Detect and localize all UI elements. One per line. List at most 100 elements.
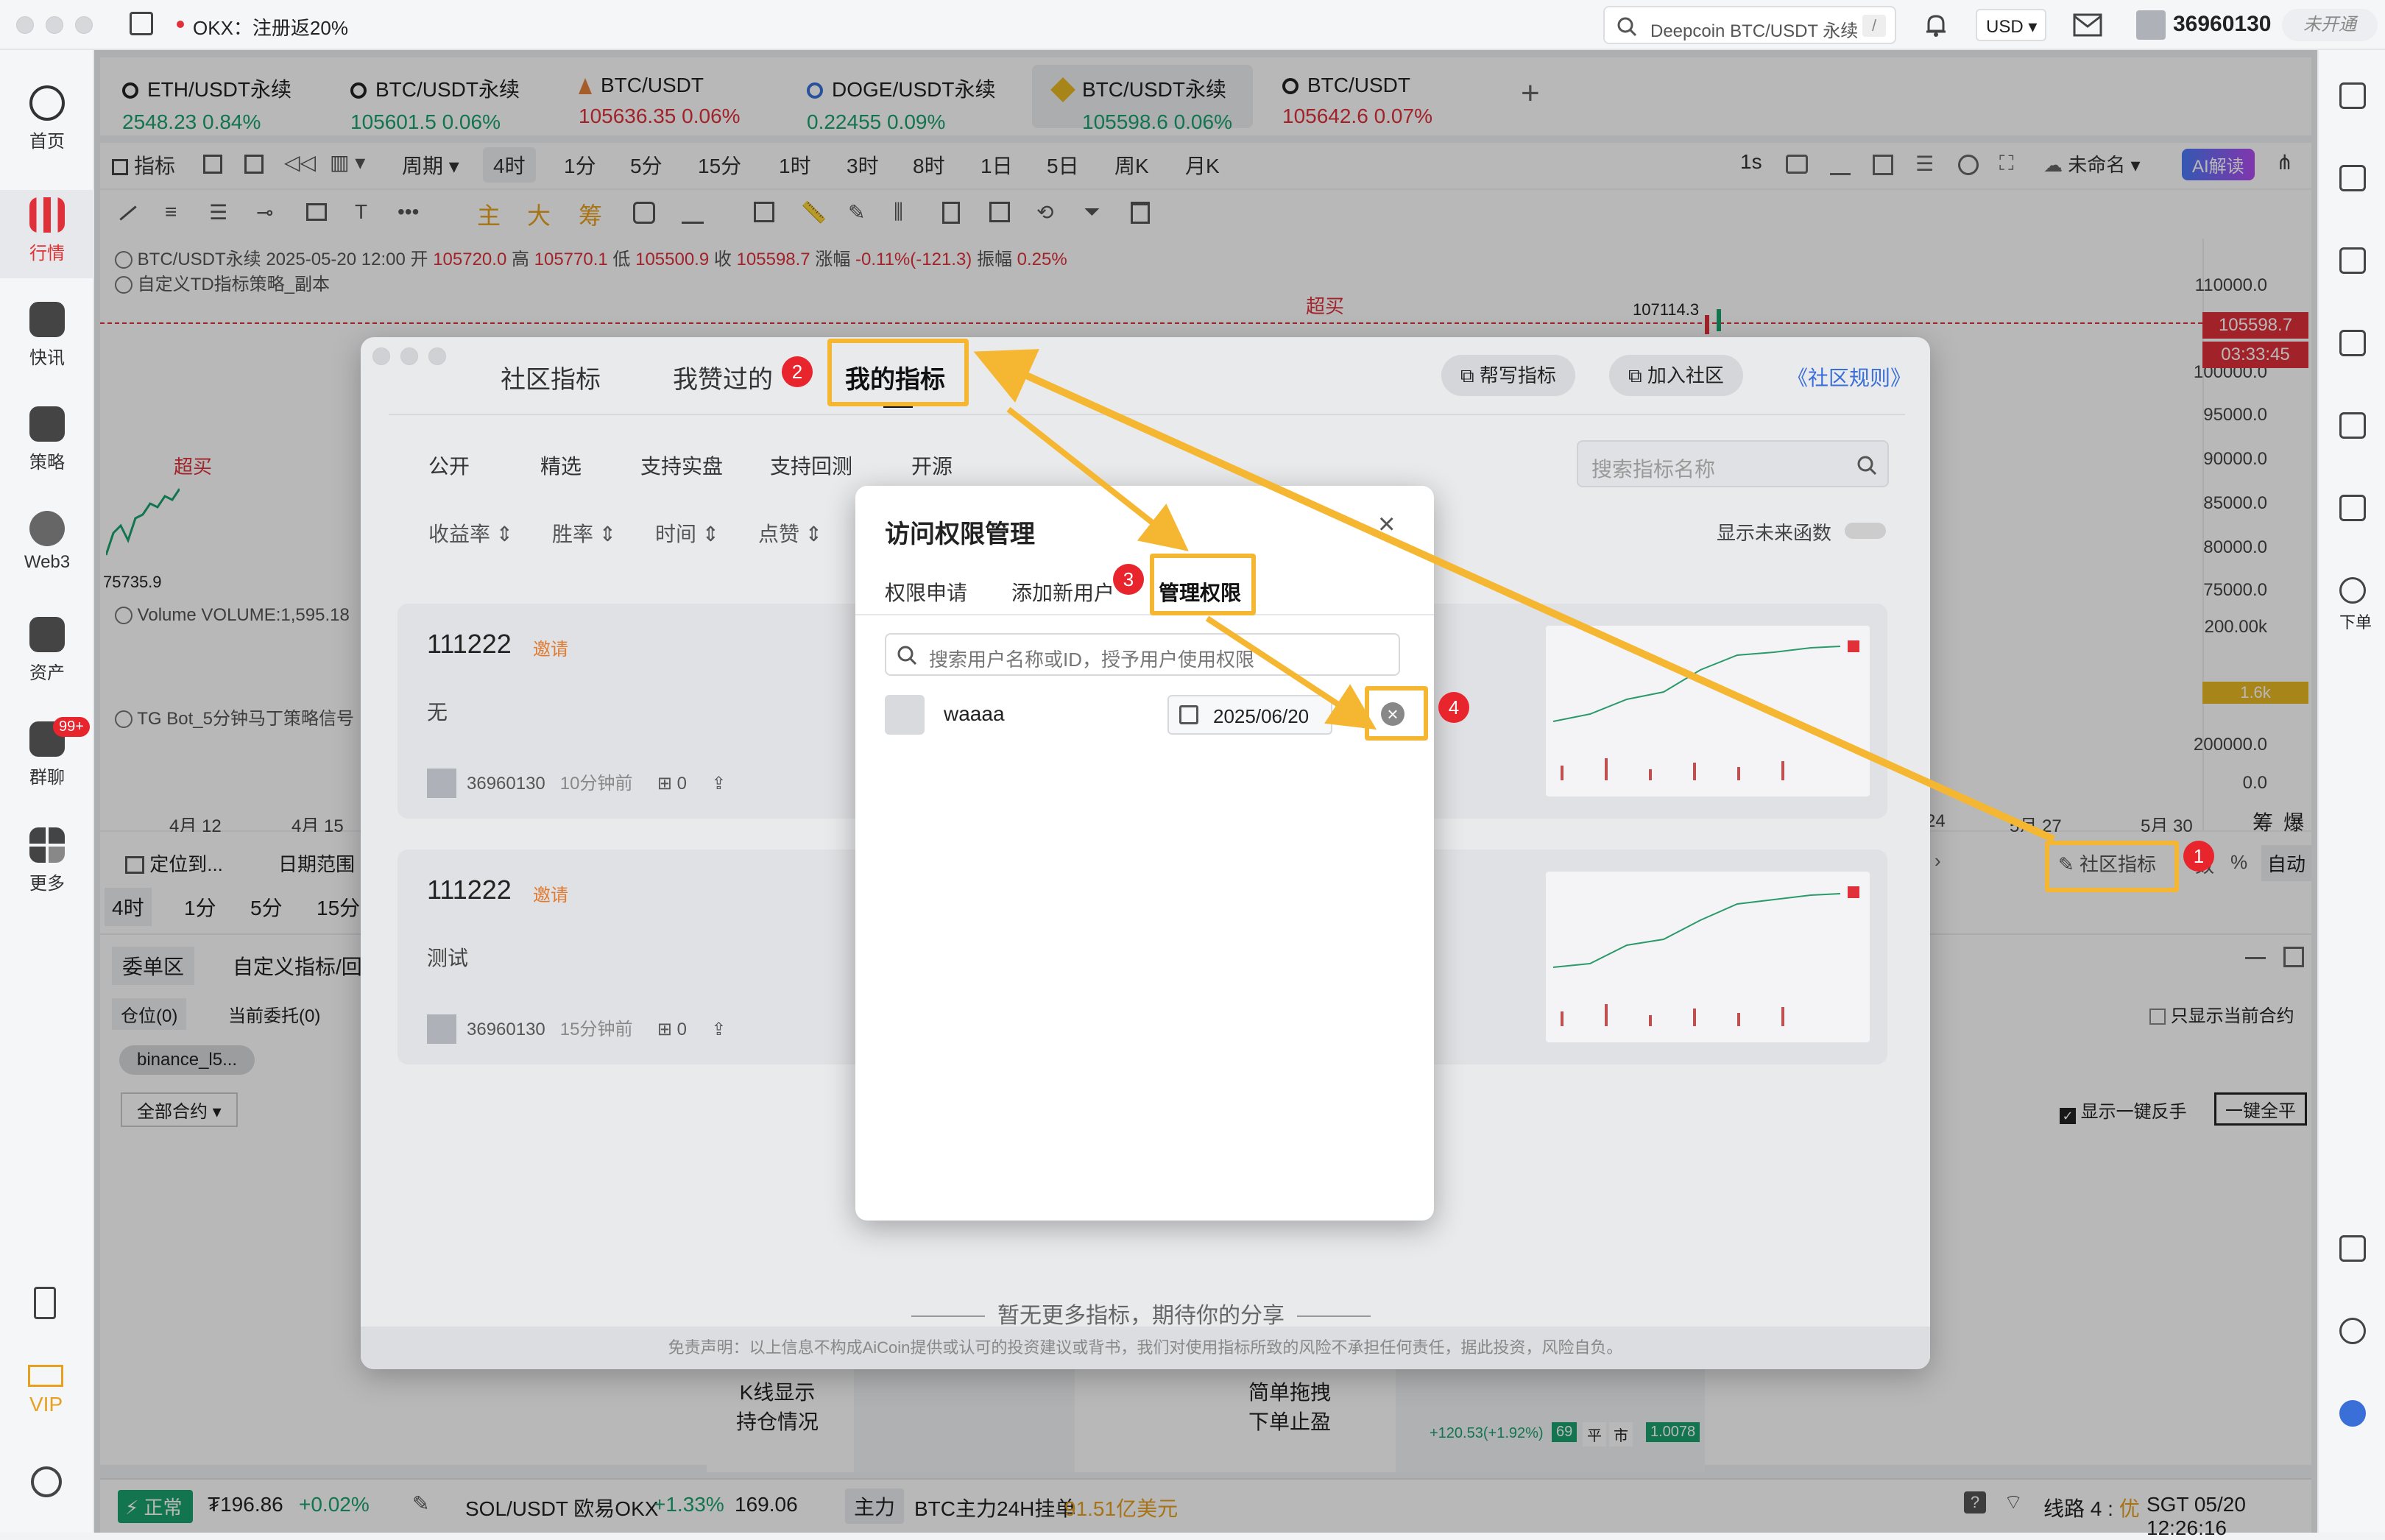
sidebar-item-more[interactable]: 更多	[0, 820, 94, 908]
calendar-icon	[1179, 705, 1198, 724]
bot-icon[interactable]	[2339, 1400, 2366, 1427]
search-icon	[1857, 456, 1877, 476]
tab-add-user[interactable]: 添加新用户	[1011, 577, 1114, 607]
invite-link[interactable]: 邀请	[533, 635, 568, 660]
window-zoom-button[interactable]	[75, 16, 93, 34]
future-func-label: 显示未来函数	[1717, 522, 1832, 544]
window-minimize-button[interactable]	[46, 16, 63, 34]
chart-icon[interactable]	[2339, 412, 2366, 439]
mail-icon[interactable]	[2073, 13, 2102, 37]
highlight-community-button	[2045, 841, 2179, 892]
sort-time-label: 时间	[655, 523, 697, 545]
expiry-date-picker[interactable]: 2025/06/20	[1167, 695, 1332, 735]
settings-icon[interactable]	[31, 1466, 62, 1497]
card-title: 111222	[427, 629, 512, 659]
etf-icon[interactable]	[2339, 495, 2366, 521]
empty-message: 暂无更多指标，期待你的分享	[905, 1297, 1377, 1329]
user-name: waaaa	[944, 702, 1005, 725]
new-window-icon[interactable]	[130, 12, 153, 35]
sidebar-item-assets[interactable]: 资产	[0, 610, 94, 698]
list-icon[interactable]	[2339, 82, 2366, 109]
highlight-my-indicators	[827, 339, 969, 406]
user-search-input[interactable]: 搜索用户名称或ID，授予用户使用权限	[885, 633, 1400, 676]
filter-backtest[interactable]: 支持回测	[770, 451, 852, 480]
sort-return-label: 收益率	[428, 523, 491, 545]
tab-community-indicators[interactable]: 社区指标	[501, 359, 601, 395]
tab-liked[interactable]: 我赞过的	[673, 359, 773, 395]
support-icon[interactable]	[2339, 1318, 2366, 1344]
phone-icon[interactable]	[34, 1287, 56, 1319]
trend-icon[interactable]	[2339, 330, 2366, 356]
share-icon[interactable]: ⇪	[711, 1020, 726, 1039]
sort-time[interactable]: 时间 ⇕	[655, 518, 719, 548]
dollar-icon[interactable]	[2339, 247, 2366, 274]
sidebar-item-web3[interactable]: Web3	[0, 504, 94, 592]
modal-min-dot[interactable]	[400, 347, 418, 365]
currency-value: USD	[1986, 17, 2024, 37]
expiry-date: 2025/06/20	[1213, 705, 1310, 727]
sidebar-item-home[interactable]: 首页	[0, 78, 94, 166]
unread-badge: 99+	[53, 717, 90, 737]
search-placeholder: Deepcoin BTC/USDT 永续	[1650, 21, 1859, 41]
search-shortcut: /	[1862, 15, 1886, 37]
bell-icon[interactable]	[1923, 12, 1949, 38]
sort-return[interactable]: 收益率 ⇕	[428, 518, 513, 548]
card-meta: 36960130 15分钟前 ⊞ 0 ⇪	[427, 1014, 726, 1044]
sidebar-item-chat[interactable]: 群聊 99+	[0, 714, 94, 802]
sidebar-item-news[interactable]: 快讯	[0, 294, 94, 383]
filter-live[interactable]: 支持实盘	[640, 451, 723, 480]
sort-likes[interactable]: 点赞 ⇕	[758, 518, 822, 548]
order-label[interactable]: 下单	[2339, 610, 2372, 633]
avatar[interactable]	[2136, 10, 2166, 40]
sidebar-item-label: 快讯	[29, 348, 65, 368]
card-meta: 36960130 10分钟前 ⊞ 0 ⇪	[427, 769, 726, 798]
sidebar-item-market[interactable]: 行情	[0, 190, 94, 278]
future-func-toggle[interactable]	[1845, 523, 1886, 539]
promo-dot-icon	[177, 21, 184, 28]
search-icon	[1617, 17, 1637, 37]
left-sidebar: 首页 行情 快讯 策略 Web3 资产 群聊 99+ 更多 VIP	[0, 50, 94, 1533]
divider	[389, 414, 1905, 415]
layout-icon[interactable]	[2339, 1235, 2366, 1262]
filter-public[interactable]: 公开	[428, 451, 470, 480]
currency-select[interactable]: USD ▾	[1976, 9, 2046, 41]
user-id[interactable]: 36960130	[2173, 12, 2271, 37]
annotation-badge: 4	[1438, 692, 1469, 723]
account-status[interactable]: 未开通	[2282, 9, 2378, 41]
indicator-search[interactable]: 搜索指标名称	[1577, 440, 1889, 487]
promo-text[interactable]: OKX：注册返20%	[193, 13, 348, 40]
annotation-badge: 1	[2183, 841, 2214, 872]
document-icon[interactable]	[2339, 165, 2366, 191]
sort-winrate[interactable]: 胜率 ⇕	[552, 518, 616, 548]
invite-link[interactable]: 邀请	[533, 880, 568, 906]
write-indicator-button[interactable]: ⧉ 帮写指标	[1441, 355, 1575, 396]
sidebar-item-label: 行情	[29, 244, 65, 264]
exchange-icon[interactable]	[2339, 577, 2366, 604]
share-icon[interactable]: ⇪	[711, 774, 726, 794]
card-title: 111222	[427, 875, 512, 905]
avatar	[427, 1014, 456, 1044]
modal-close-dot[interactable]	[372, 347, 390, 365]
write-indicator-label: 帮写指标	[1479, 364, 1556, 386]
window-close-button[interactable]	[16, 16, 34, 34]
robot-icon	[29, 406, 65, 442]
bookmark-icon[interactable]: ⊞	[657, 774, 672, 794]
annotation-badge: 2	[782, 356, 813, 387]
bookmark-icon[interactable]: ⊞	[657, 1020, 672, 1039]
sort-likes-label: 点赞	[758, 523, 800, 545]
filter-featured[interactable]: 精选	[540, 451, 582, 480]
card-time: 10分钟前	[559, 774, 633, 794]
tab-permission-request[interactable]: 权限申请	[885, 577, 967, 607]
join-community-button[interactable]: ⧉ 加入社区	[1609, 355, 1743, 396]
home-icon	[29, 85, 65, 121]
sidebar-item-strategy[interactable]: 策略	[0, 399, 94, 487]
global-search[interactable]: Deepcoin BTC/USDT 永续 /	[1603, 6, 1896, 44]
community-rules-link[interactable]: 《社区规则》	[1787, 362, 1911, 392]
dialog-title: 访问权限管理	[885, 520, 1035, 548]
filter-opensource[interactable]: 开源	[911, 451, 953, 480]
modal-max-dot[interactable]	[428, 347, 446, 365]
card-time: 15分钟前	[559, 1020, 633, 1039]
vip-label[interactable]: VIP	[29, 1393, 63, 1416]
search-icon	[897, 646, 917, 665]
close-icon[interactable]: ×	[1378, 508, 1395, 541]
